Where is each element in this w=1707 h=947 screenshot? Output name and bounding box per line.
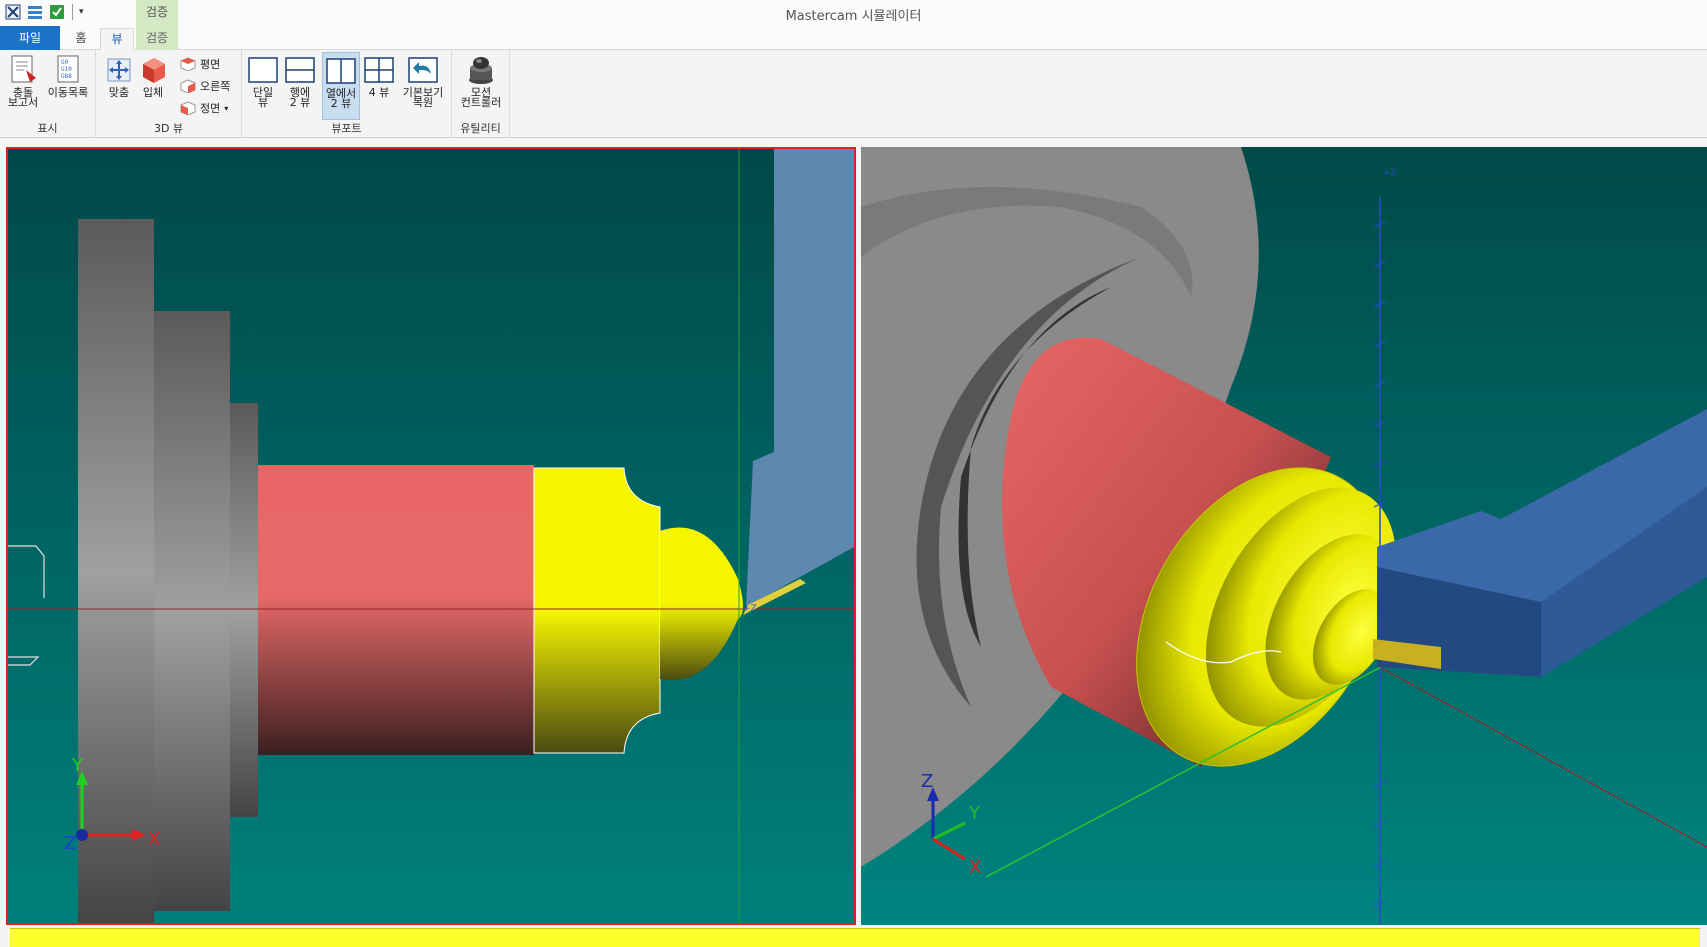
viewport-left-front[interactable]: +Z Y X Z bbox=[6, 147, 856, 925]
joystick-icon bbox=[465, 54, 497, 86]
view-dropdown-icon[interactable]: ▾ bbox=[224, 104, 228, 113]
triad-y-label: Y bbox=[71, 755, 84, 776]
context-group-label: 검증 bbox=[136, 0, 178, 26]
fit-arrows-icon bbox=[103, 54, 135, 86]
triad-y-label-iso: Y bbox=[968, 803, 981, 824]
fit-button[interactable]: 맞춤 bbox=[102, 54, 136, 98]
collision-report-button[interactable]: 충돌 보고서 bbox=[4, 54, 42, 108]
motion-controller-label-2: 컨트롤러 bbox=[460, 96, 502, 109]
machined-part bbox=[533, 467, 661, 754]
column-split-icon bbox=[325, 55, 357, 87]
triad-z-axis bbox=[76, 829, 88, 841]
collision-report-icon bbox=[7, 54, 39, 86]
ribbon: 충돌 보고서 G0 G10 G88 이동목록 표시 맞춤 입체 평면 오른쪽 정… bbox=[0, 50, 1707, 138]
z-axis-top-marker: +Z bbox=[1383, 168, 1397, 178]
solid-cube-icon bbox=[138, 54, 170, 86]
mastercam-simulator-window: ▾ Mastercam 시뮬레이터 파일 홈 뷰 검증 검증 충돌 보고서 G0… bbox=[0, 0, 1707, 947]
status-bar bbox=[0, 925, 1707, 947]
stock-cylinder bbox=[258, 465, 534, 755]
tool-z-marker: +Z bbox=[743, 604, 757, 614]
viewport-right-iso[interactable]: +Z Z Y X bbox=[861, 147, 1707, 925]
top-view-cube-icon bbox=[180, 57, 196, 71]
ribbon-group-3d-view: 맞춤 입체 평면 오른쪽 정면 ▾ 3D 뷰 bbox=[96, 50, 242, 138]
svg-text:G10: G10 bbox=[61, 66, 72, 73]
collision-report-label-2: 보고서 bbox=[7, 96, 39, 109]
single-view-label-2: 뷰 bbox=[257, 96, 269, 109]
tab-file[interactable]: 파일 bbox=[0, 26, 60, 50]
ribbon-group-display: 충돌 보고서 G0 G10 G88 이동목록 표시 bbox=[0, 50, 96, 138]
restore-default-view-button[interactable]: 기본보기 복원 bbox=[398, 54, 448, 108]
restore-default-label-2: 복원 bbox=[412, 96, 434, 109]
ribbon-group-label-3d-view: 3D 뷰 bbox=[153, 122, 184, 135]
view-right-button[interactable]: 오른쪽 bbox=[180, 78, 230, 94]
triad-x-label: X bbox=[148, 829, 160, 850]
ribbon-group-viewport: 단일 뷰 행에 2 뷰 열에서 2 뷰 4 뷰 기본보기 복원 뷰포트 bbox=[242, 50, 452, 138]
svg-text:G88: G88 bbox=[61, 73, 72, 80]
single-view-icon bbox=[247, 54, 279, 86]
simulation-timeline-bar[interactable] bbox=[10, 928, 1700, 947]
row-two-view-label-2: 2 뷰 bbox=[289, 96, 311, 109]
triad-z-label: Z bbox=[64, 833, 76, 854]
tab-view[interactable]: 뷰 bbox=[100, 28, 134, 51]
triad-x-label-iso: X bbox=[969, 857, 981, 878]
row-split-icon bbox=[284, 54, 316, 86]
ribbon-group-label-viewport: 뷰포트 bbox=[331, 122, 362, 135]
view-front-button[interactable]: 정면 ▾ bbox=[180, 100, 228, 116]
gcode-list-icon: G0 G10 G88 bbox=[52, 54, 84, 86]
single-view-button[interactable]: 단일 뷰 bbox=[246, 54, 280, 108]
chuck-face bbox=[230, 403, 258, 817]
triad-z-label-iso: Z bbox=[921, 771, 933, 792]
quad-view-icon bbox=[363, 54, 395, 86]
right-view-cube-icon bbox=[180, 79, 196, 93]
column-two-view-label-2: 2 뷰 bbox=[330, 97, 352, 110]
chuck-body bbox=[154, 311, 230, 911]
column-two-view-button[interactable]: 열에서 2 뷰 bbox=[322, 52, 360, 120]
front-view-cube-icon bbox=[180, 101, 196, 115]
left-viewport-scene[interactable]: +Z Y X Z bbox=[8, 149, 854, 923]
motion-controller-button[interactable]: 모션 컨트롤러 bbox=[456, 54, 506, 108]
restore-arrow-icon bbox=[407, 54, 439, 86]
tab-verify[interactable]: 검증 bbox=[136, 26, 178, 50]
right-viewport-scene[interactable]: +Z Z Y X bbox=[861, 147, 1707, 925]
chuck-jaw-back bbox=[78, 219, 154, 923]
ribbon-group-label-display: 표시 bbox=[37, 122, 58, 135]
fit-label: 맞춤 bbox=[108, 86, 130, 99]
title-bar: ▾ Mastercam 시뮬레이터 bbox=[0, 0, 1707, 26]
window-title: Mastercam 시뮬레이터 bbox=[785, 9, 922, 24]
solid-button[interactable]: 입체 bbox=[138, 54, 168, 98]
row-two-view-button[interactable]: 행에 2 뷰 bbox=[282, 54, 318, 108]
four-view-button[interactable]: 4 뷰 bbox=[362, 54, 396, 98]
view-front-label: 정면 bbox=[200, 102, 221, 115]
view-right-label: 오른쪽 bbox=[200, 80, 231, 93]
view-top-button[interactable]: 평면 bbox=[180, 56, 220, 72]
svg-text:G0: G0 bbox=[61, 59, 69, 66]
move-list-button[interactable]: G0 G10 G88 이동목록 bbox=[44, 54, 92, 98]
four-view-label: 4 뷰 bbox=[368, 86, 390, 99]
ribbon-tab-row: 파일 홈 뷰 검증 bbox=[0, 26, 1707, 51]
view-top-label: 평면 bbox=[200, 58, 221, 71]
move-list-label: 이동목록 bbox=[47, 86, 89, 99]
solid-label: 입체 bbox=[142, 86, 164, 99]
ribbon-group-label-utility: 유틸리티 bbox=[460, 122, 501, 135]
ribbon-group-utility: 모션 컨트롤러 유틸리티 bbox=[452, 50, 510, 138]
tab-home[interactable]: 홈 bbox=[66, 28, 96, 50]
